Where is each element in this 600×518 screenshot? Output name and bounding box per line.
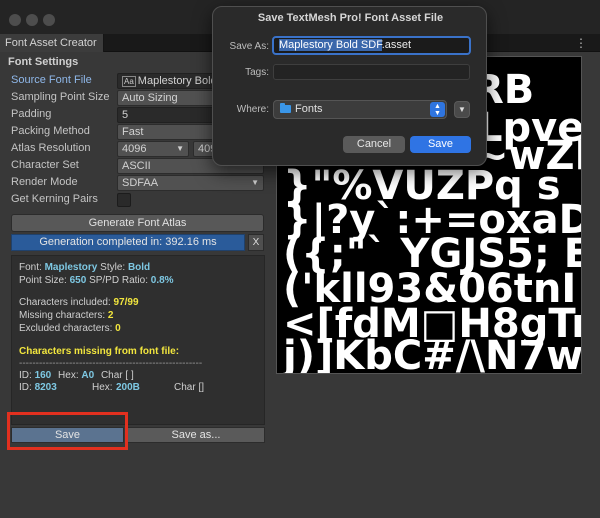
generation-progress-bar: Generation completed in: 392.16 ms	[11, 234, 245, 251]
point-size-line: Point Size: 650 SP/PD Ratio: 0.8%	[19, 275, 174, 286]
included-label: Characters included:	[19, 297, 111, 308]
save-as-button[interactable]: Save as...	[127, 427, 265, 443]
save-as-label: Save As:	[229, 41, 269, 52]
atlas-resolution-label: Atlas Resolution	[11, 142, 91, 154]
char-value: Char [ ]	[100, 370, 134, 381]
atlas-width-value: 4096	[122, 143, 147, 155]
sampling-value: Auto Sizing	[122, 92, 178, 104]
where-dropdown[interactable]: Fonts ▲ ▼	[273, 100, 447, 119]
source-font-field[interactable]: Aa Maplestory Bold	[117, 73, 215, 89]
progress-close-button[interactable]: X	[248, 234, 264, 251]
dropdown-arrow-icon: ▼	[251, 178, 259, 187]
expand-dialog-button[interactable]: ▼	[454, 101, 470, 118]
kerning-row: Get Kerning Pairs	[0, 192, 270, 209]
missing-header: Characters missing from font file:	[19, 346, 180, 357]
updown-chevron-icon: ▲ ▼	[430, 102, 445, 117]
point-size-value: 650	[69, 275, 87, 286]
render-mode-value: SDFAA	[122, 177, 159, 189]
font-label: Font:	[19, 262, 42, 273]
divider-line: ----------------------------------------…	[19, 358, 203, 369]
kerning-checkbox[interactable]	[117, 193, 131, 207]
filename-selected-text: Maplestory Bold SDF	[279, 39, 382, 51]
render-mode-label: Render Mode	[11, 176, 78, 188]
missing-value: 2	[107, 310, 114, 321]
hex-value: 200B	[116, 382, 140, 393]
missing-line: Missing characters: 2	[19, 310, 113, 321]
where-value: Fonts	[295, 103, 323, 115]
kebab-menu-icon[interactable]: ⋮	[575, 35, 587, 51]
dropdown-arrow-icon: ▼	[176, 144, 184, 153]
source-font-label: Source Font File	[11, 74, 92, 86]
save-dialog: Save TextMesh Pro! Font Asset File Save …	[212, 6, 487, 166]
generate-font-atlas-button[interactable]: Generate Font Atlas	[11, 214, 264, 232]
where-label: Where:	[236, 104, 269, 115]
font-settings-title: Font Settings	[8, 56, 79, 68]
packing-value: Fast	[122, 126, 144, 138]
excluded-line: Excluded characters: 0	[19, 323, 121, 334]
style-label: Style:	[100, 262, 126, 273]
sppd-label: SP/PD Ratio:	[89, 275, 148, 286]
hex-label: Hex:	[58, 370, 79, 381]
excluded-value: 0	[115, 323, 121, 334]
included-line: Characters included: 97/99	[19, 297, 139, 308]
excluded-label: Excluded characters:	[19, 323, 113, 334]
id-value: 160	[34, 370, 52, 381]
hex-label: Hex:	[92, 382, 113, 393]
id-value: 8203	[34, 382, 57, 393]
included-value: 97/99	[113, 297, 139, 308]
char-value: Char []	[174, 382, 205, 393]
zoom-window-button[interactable]	[43, 14, 55, 26]
dialog-save-button[interactable]: Save	[410, 136, 471, 153]
charset-value: ASCII	[122, 160, 151, 172]
padding-label: Padding	[11, 108, 52, 120]
close-window-button[interactable]	[9, 14, 21, 26]
cancel-button[interactable]: Cancel	[343, 136, 405, 153]
sampling-label: Sampling Point Size	[11, 91, 110, 103]
missing-label: Missing characters:	[19, 310, 106, 321]
kerning-label: Get Kerning Pairs	[11, 193, 98, 205]
font-name-line: Font: Maplestory Style: Bold	[19, 262, 150, 273]
atlas-glyph-line: j)]KbC#/\N7w*	[281, 333, 581, 373]
sppd-value: 0.8%	[150, 275, 174, 286]
render-mode-row: Render Mode SDFAA ▼	[0, 175, 270, 192]
id-label: ID:	[19, 382, 32, 393]
tags-label: Tags:	[245, 67, 269, 78]
folder-icon	[280, 103, 291, 113]
packing-label: Packing Method	[11, 125, 90, 137]
font-file-icon: Aa	[122, 76, 136, 87]
missing-char-row: ID: 160 Hex: A0 Char [ ]	[19, 370, 134, 381]
source-font-value: Maplestory Bold	[137, 75, 215, 87]
filename-input[interactable]: Maplestory Bold SDF.asset	[272, 36, 471, 55]
charset-label: Character Set	[11, 159, 79, 171]
render-mode-dropdown[interactable]: SDFAA ▼	[117, 175, 264, 191]
hex-value: A0	[81, 370, 95, 381]
id-label: ID:	[19, 370, 32, 381]
minimize-window-button[interactable]	[26, 14, 38, 26]
tags-input[interactable]	[273, 64, 470, 80]
point-size-label: Point Size:	[19, 275, 67, 286]
atlas-width-dropdown[interactable]: 4096 ▼	[117, 141, 189, 157]
annotation-highlight-box	[7, 412, 128, 450]
style-value: Bold	[127, 262, 151, 273]
missing-char-row: ID: 8203 Hex: 200B Char []	[19, 382, 259, 393]
font-info-box: Font: Maplestory Style: Bold Point Size:…	[11, 255, 265, 425]
dialog-title: Save TextMesh Pro! Font Asset File	[257, 12, 444, 24]
filename-extension: .asset	[381, 39, 412, 51]
tab-font-asset-creator[interactable]: Font Asset Creator	[0, 34, 104, 52]
font-value: Maplestory	[44, 262, 98, 273]
